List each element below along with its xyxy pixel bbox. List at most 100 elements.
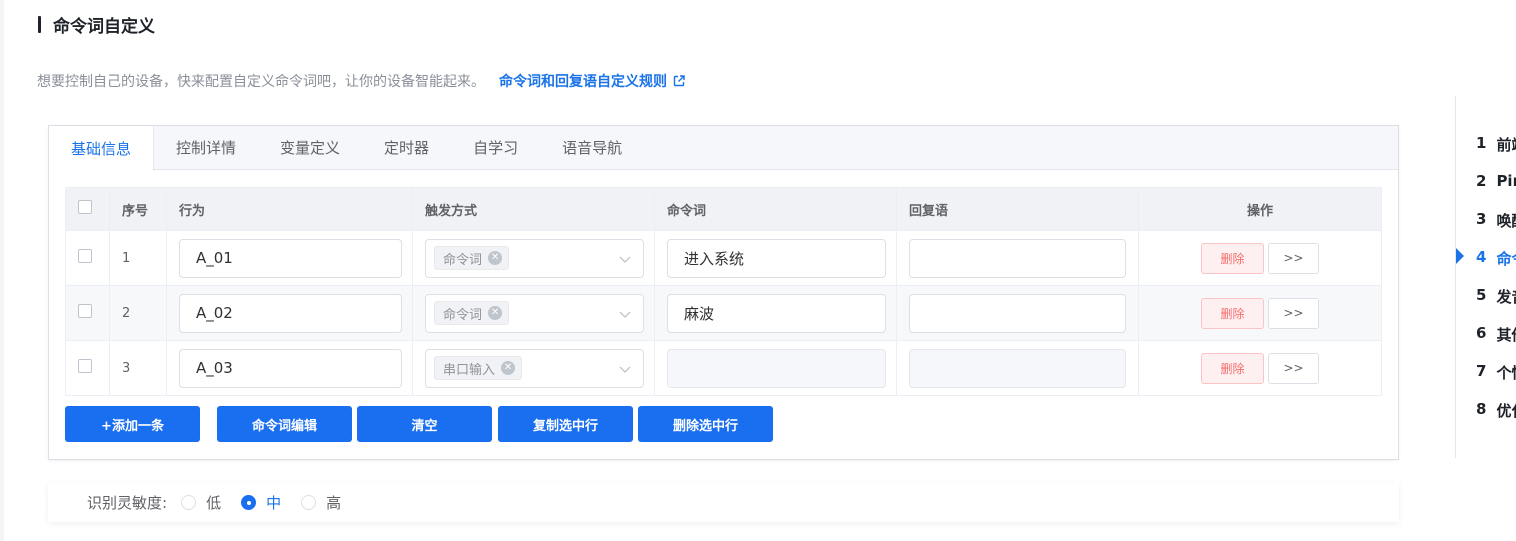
more-row-button[interactable]: >> (1268, 242, 1319, 274)
header-command: 命令词 (654, 187, 897, 231)
toc-active-caret-icon (1456, 248, 1464, 264)
table-row: 1 A_01 命令词 ✕ 进入系统 删除 >> (65, 230, 1382, 286)
main-content: 命令词自定义 想要控制自己的设备，快来配置自定义命令词吧，让你的设备智能起来。 … (0, 0, 1440, 541)
sensitivity-label: 识别灵敏度: (87, 493, 168, 512)
tag-close-icon[interactable]: ✕ (501, 361, 516, 375)
header-reply: 回复语 (896, 187, 1139, 231)
toc-item[interactable]: 6 其他 (1476, 324, 1516, 344)
row-index: 1 (109, 230, 167, 286)
trigger-tag: 命令词 ✕ (434, 246, 510, 270)
delete-row-button[interactable]: 删除 (1201, 242, 1264, 274)
row-checkbox[interactable] (78, 249, 92, 263)
tab-control-details[interactable]: 控制详情 (154, 126, 258, 169)
description-text: 想要控制自己的设备，快来配置自定义命令词吧，让你的设备智能起来。 (37, 74, 485, 90)
radio-label: 中 (266, 493, 282, 512)
reply-input[interactable] (909, 238, 1126, 278)
toc-item[interactable]: 1 前端 (1476, 134, 1516, 154)
toc-num: 2 (1476, 172, 1487, 190)
toc-item[interactable]: 2 Pin (1476, 172, 1516, 192)
sensitivity-row: 识别灵敏度: 低 中 高 (48, 482, 1399, 522)
radio-label: 高 (326, 493, 342, 512)
toc-text: 个性 (1496, 364, 1516, 382)
tab-variable-definition[interactable]: 变量定义 (258, 126, 362, 169)
toc-num: 4 (1476, 248, 1487, 266)
toc-num: 1 (1476, 134, 1487, 152)
header-operation: 操作 (1138, 187, 1382, 231)
copy-selected-button[interactable]: 复制选中行 (498, 406, 633, 442)
toc-item[interactable]: 5 发音 (1476, 286, 1516, 306)
section-title: 命令词自定义 (38, 12, 155, 37)
command-input[interactable]: 麻波 (667, 293, 886, 333)
title-bar-marker (38, 15, 41, 33)
trigger-select[interactable]: 串口输入 ✕ (425, 348, 644, 388)
tab-timer[interactable]: 定时器 (362, 126, 451, 169)
toc-text: 发音 (1496, 288, 1516, 306)
toc-num: 5 (1476, 286, 1487, 304)
chevron-down-icon (619, 311, 631, 318)
select-all-cell (65, 187, 110, 231)
basic-info-card: 基础信息 控制详情 变量定义 定时器 自学习 语音导航 序号 行为 触发方式 命… (48, 125, 1399, 460)
toc-item[interactable]: 7 个性 (1476, 362, 1516, 382)
reply-input[interactable] (909, 293, 1126, 333)
table-row: 3 A_03 串口输入 ✕ 删除 >> (65, 340, 1382, 396)
chevron-down-icon (619, 366, 631, 373)
toc-num: 3 (1476, 210, 1487, 228)
command-input[interactable]: 进入系统 (667, 238, 886, 278)
description: 想要控制自己的设备，快来配置自定义命令词吧，让你的设备智能起来。 命令词和回复语… (37, 70, 685, 92)
rules-link[interactable]: 命令词和回复语自定义规则 (499, 71, 685, 91)
tag-close-icon[interactable]: ✕ (488, 251, 503, 265)
trigger-select[interactable]: 命令词 ✕ (425, 293, 644, 333)
toc-item[interactable]: 8 优化 (1476, 400, 1516, 420)
trigger-select[interactable]: 命令词 ✕ (425, 238, 644, 278)
trigger-tag: 命令词 ✕ (434, 301, 510, 325)
radio-dot (181, 494, 197, 510)
toc-text: 优化 (1496, 402, 1516, 420)
sensitivity-medium-radio[interactable]: 中 (241, 492, 281, 513)
toc-item[interactable]: 3 唤醒 (1476, 210, 1516, 230)
delete-row-button[interactable]: 删除 (1201, 352, 1264, 384)
delete-row-button[interactable]: 删除 (1201, 297, 1264, 329)
command-input-disabled (667, 348, 886, 388)
tab-self-learning[interactable]: 自学习 (451, 126, 540, 169)
header-index: 序号 (109, 187, 167, 231)
trigger-tag-label: 命令词 (443, 252, 483, 268)
radio-label: 低 (206, 493, 222, 512)
row-checkbox[interactable] (78, 304, 92, 318)
edit-commands-button[interactable]: 命令词编辑 (217, 406, 352, 442)
row-checkbox[interactable] (78, 359, 92, 373)
trigger-tag-label: 命令词 (443, 307, 483, 323)
radio-dot (301, 494, 317, 510)
row-index: 3 (109, 340, 167, 396)
table-header-row: 序号 行为 触发方式 命令词 回复语 操作 (65, 187, 1382, 231)
more-row-button[interactable]: >> (1268, 352, 1319, 384)
select-all-checkbox[interactable] (78, 200, 92, 214)
sensitivity-low-radio[interactable]: 低 (181, 492, 221, 513)
tab-basic-info[interactable]: 基础信息 (49, 126, 155, 171)
rules-link-text: 命令词和回复语自定义规则 (499, 74, 667, 90)
left-edge (0, 0, 4, 541)
chevron-down-icon (619, 256, 631, 263)
toc-text: 其他 (1496, 326, 1516, 344)
external-link-icon (673, 75, 685, 87)
more-row-button[interactable]: >> (1268, 297, 1319, 329)
toc-text: 唤醒 (1496, 212, 1516, 230)
sensitivity-high-radio[interactable]: 高 (301, 492, 341, 513)
table-row: 2 A_02 命令词 ✕ 麻波 删除 >> (65, 285, 1382, 341)
action-input[interactable]: A_01 (179, 238, 402, 278)
action-input[interactable]: A_02 (179, 293, 402, 333)
toc-text: 前端 (1496, 136, 1516, 154)
tab-voice-navigation[interactable]: 语音导航 (540, 126, 644, 169)
toc-item-active[interactable]: 4 命令 (1476, 248, 1516, 268)
trigger-tag-label: 串口输入 (443, 362, 496, 378)
table-of-contents: 1 前端 2 Pin 3 唤醒 4 命令 5 发音 6 其他 7 个性 8 优化 (1455, 96, 1516, 458)
delete-selected-button[interactable]: 删除选中行 (638, 406, 773, 442)
clear-button[interactable]: 清空 (357, 406, 492, 442)
tag-close-icon[interactable]: ✕ (488, 306, 503, 320)
add-row-button[interactable]: +添加一条 (65, 406, 200, 442)
toc-num: 8 (1476, 400, 1487, 418)
section-title-text: 命令词自定义 (53, 16, 155, 37)
header-trigger: 触发方式 (412, 187, 655, 231)
radio-dot (241, 494, 257, 510)
action-input[interactable]: A_03 (179, 348, 402, 388)
row-index: 2 (109, 285, 167, 341)
